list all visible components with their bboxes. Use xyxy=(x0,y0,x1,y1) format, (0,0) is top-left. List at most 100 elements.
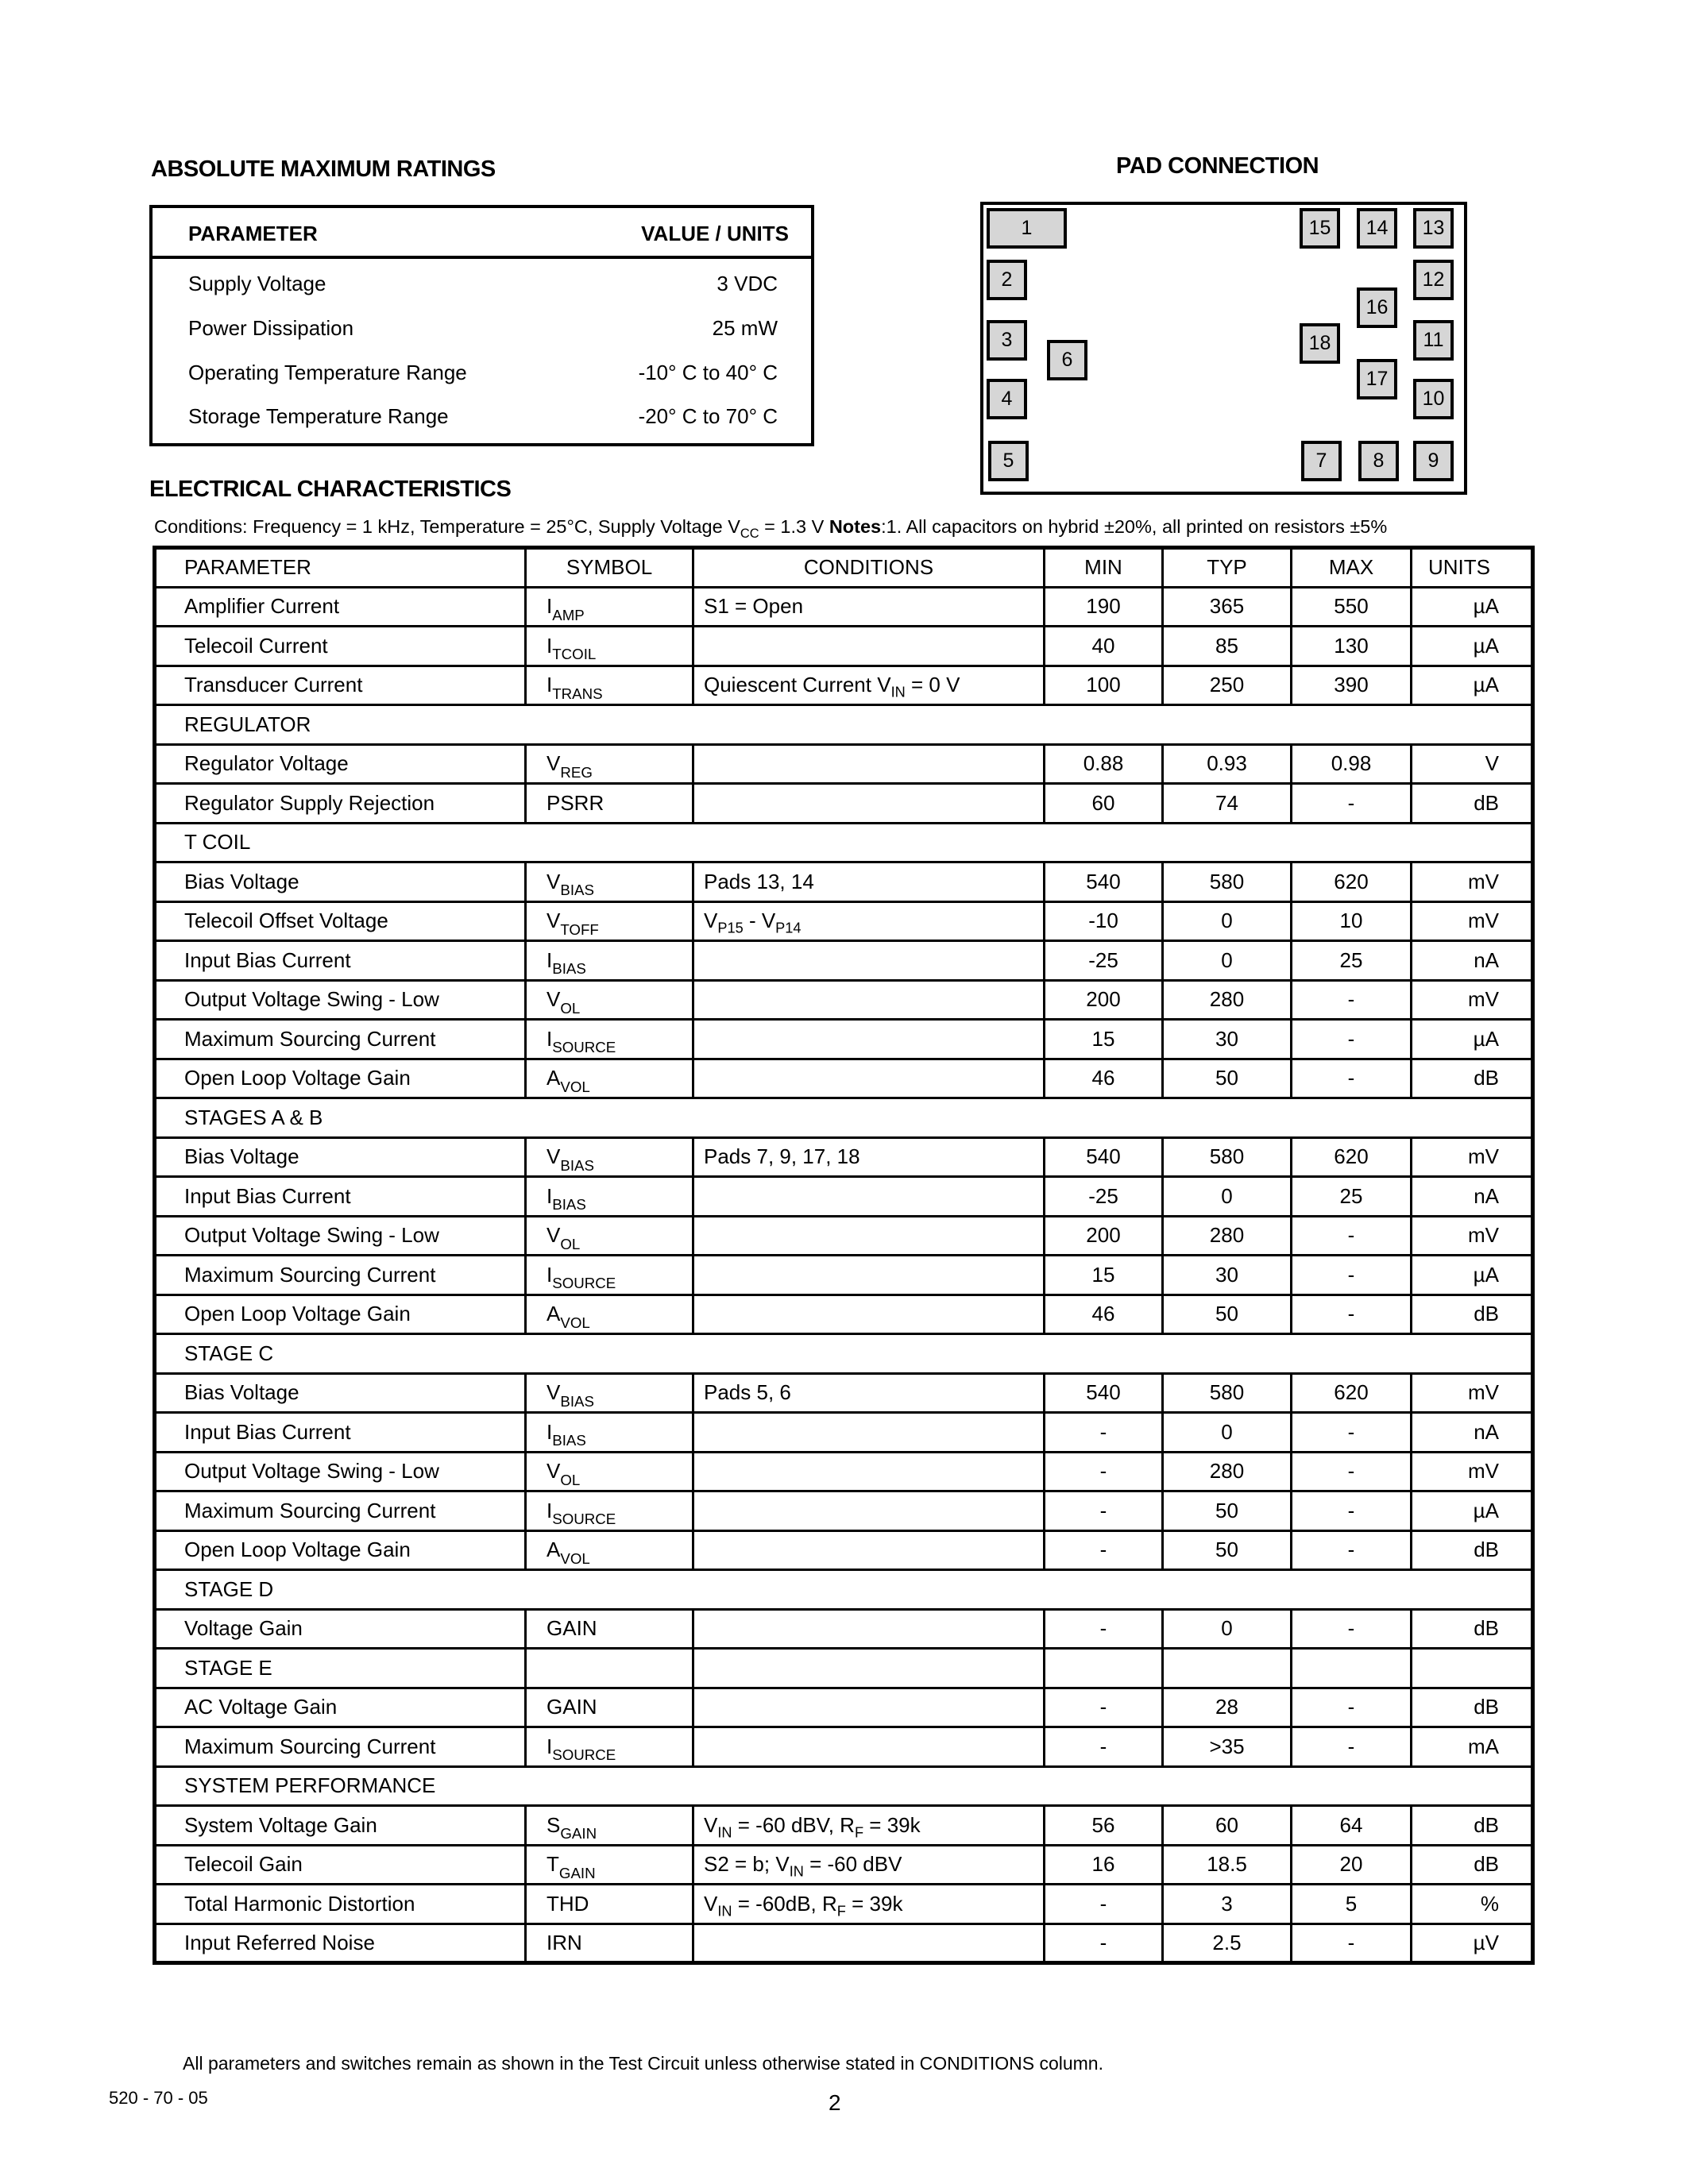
cell-conditions xyxy=(692,1254,1045,1295)
table-row: Telecoil Offset Voltage VTOFF VP15 - VP14-… xyxy=(154,900,1533,941)
cell-typ: 0 xyxy=(1161,1175,1292,1216)
table-footnote: All parameters and switches remain as sh… xyxy=(183,2053,1103,2074)
cell-max: 0.98 xyxy=(1290,743,1412,784)
cell-units: µA xyxy=(1410,1254,1533,1295)
cell-min: 200 xyxy=(1043,1214,1163,1256)
cell-min: 540 xyxy=(1043,1136,1163,1177)
pad-5: 5 xyxy=(988,441,1029,481)
table-row: STAGE E xyxy=(154,1647,1533,1688)
cell-conditions: S1 = Open xyxy=(692,585,1045,627)
cell-symbol: TGAIN xyxy=(524,1843,693,1885)
cell-conditions xyxy=(692,940,1045,980)
cell-conditions xyxy=(692,1018,1045,1059)
cell-typ: 0.93 xyxy=(1161,743,1292,784)
table-row: Regulator Supply Rejection PSRR 60 74- dB xyxy=(154,782,1533,823)
cell-conditions xyxy=(692,1175,1045,1216)
cell-parameter: Bias Voltage xyxy=(154,1372,526,1413)
cell-symbol: ISOURCE xyxy=(524,1018,693,1059)
cell-typ: 0 xyxy=(1161,1607,1292,1649)
cell-units: µA xyxy=(1410,625,1533,666)
electrical-characteristics-table: PARAMETER SYMBOL CONDITIONS MIN TYP MAX … xyxy=(153,546,1535,1965)
cell-conditions xyxy=(692,1057,1045,1098)
symbol-main: PSRR xyxy=(547,790,605,815)
cell-min: 56 xyxy=(1043,1804,1163,1845)
cell-parameter: Voltage Gain xyxy=(154,1607,526,1649)
cell-typ: 50 xyxy=(1161,1293,1292,1334)
symbol-subscript: VOL xyxy=(560,1078,590,1095)
cell-max: - xyxy=(1290,1607,1412,1649)
cell-max: - xyxy=(1290,1254,1412,1295)
symbol-subscript: BIAS xyxy=(560,1156,594,1174)
amr-parameter: Power Dissipation xyxy=(188,316,354,340)
cell-typ: 50 xyxy=(1161,1529,1292,1570)
cell-min: - xyxy=(1043,1411,1163,1452)
cell-typ: 60 xyxy=(1161,1804,1292,1845)
symbol-subscript: BIAS xyxy=(552,1196,586,1214)
table-row: Telecoil Current ITCOIL 40 85 130 µA xyxy=(154,625,1533,666)
symbol-subscript: BIAS xyxy=(552,1432,586,1449)
pad-2: 2 xyxy=(987,260,1027,300)
cell-conditions: Pads 5, 6 xyxy=(692,1372,1045,1413)
cell-max: 20 xyxy=(1290,1843,1412,1885)
cell-min: 46 xyxy=(1043,1293,1163,1334)
cell-units: nA xyxy=(1410,940,1533,980)
symbol-subscript: OL xyxy=(560,1471,581,1488)
cell-min: -25 xyxy=(1043,1175,1163,1216)
symbol-main: GAIN xyxy=(547,1695,597,1719)
symbol-main: IRN xyxy=(547,1930,582,1954)
cell-symbol xyxy=(524,1647,693,1688)
cell-conditions: Quiescent Current VIN = 0 V xyxy=(692,664,1045,705)
cell-max: - xyxy=(1290,782,1412,823)
cell-symbol: VBIAS xyxy=(524,861,693,901)
cell-max: 25 xyxy=(1290,940,1412,980)
cell-typ: 580 xyxy=(1161,1372,1292,1413)
cell-parameter: Maximum Sourcing Current xyxy=(154,1018,526,1059)
cell-units: dB xyxy=(1410,1686,1533,1727)
pad-3: 3 xyxy=(987,320,1027,361)
section-label: STAGES A & B xyxy=(154,1097,1533,1137)
symbol-subscript: BIAS xyxy=(560,1392,594,1410)
symbol-main: THD xyxy=(547,1891,589,1916)
cell-symbol: IRN xyxy=(524,1922,693,1963)
cell-parameter: System Voltage Gain xyxy=(154,1804,526,1845)
test-conditions: Conditions: Frequency = 1 kHz, Temperatu… xyxy=(154,516,1387,540)
symbol-subscript: TCOIL xyxy=(552,646,597,663)
cell-typ: 74 xyxy=(1161,782,1292,823)
col-header-units: UNITS xyxy=(1410,546,1533,587)
col-header-parameter: PARAMETER xyxy=(154,546,526,587)
cell-conditions: VP15 - VP14 xyxy=(692,900,1045,941)
amr-row: Supply Voltage 3 VDC xyxy=(153,264,811,308)
symbol-main: V xyxy=(547,1144,561,1169)
section-header-row: SYSTEM PERFORMANCE xyxy=(154,1765,1533,1806)
cell-max: 5 xyxy=(1290,1883,1412,1924)
cell-symbol: VTOFF xyxy=(524,900,693,941)
cell-typ: 50 xyxy=(1161,1057,1292,1098)
symbol-subscript: BIAS xyxy=(560,882,594,899)
cell-typ: 28 xyxy=(1161,1686,1292,1727)
symbol-main: V xyxy=(547,1380,561,1405)
cell-conditions xyxy=(692,1647,1045,1688)
table-row: Maximum Sourcing Current ISOURCE -50- µA xyxy=(154,1490,1533,1530)
cell-typ: 30 xyxy=(1161,1254,1292,1295)
section-label: STAGE C xyxy=(154,1333,1533,1373)
symbol-main: A xyxy=(547,1302,561,1326)
cell-conditions: Pads 13, 14 xyxy=(692,861,1045,901)
cell-conditions xyxy=(692,1922,1045,1963)
symbol-subscript: VOL xyxy=(560,1314,590,1331)
cell-min: - xyxy=(1043,1607,1163,1649)
cell-units: µA xyxy=(1410,1490,1533,1530)
cell-typ: 0 xyxy=(1161,900,1292,941)
cell-min: -25 xyxy=(1043,940,1163,980)
cell-units: µA xyxy=(1410,664,1533,705)
section-label: T COIL xyxy=(154,821,1533,862)
pad-15: 15 xyxy=(1300,208,1340,249)
cell-min: 190 xyxy=(1043,585,1163,627)
amr-value: -20° C to 70° C xyxy=(638,404,778,428)
cell-symbol: IBIAS xyxy=(524,1411,693,1452)
cell-conditions xyxy=(692,1490,1045,1530)
cell-max: 620 xyxy=(1290,1372,1412,1413)
cell-max: 25 xyxy=(1290,1175,1412,1216)
conditions-prefix: Conditions: Frequency = 1 kHz, Temperatu… xyxy=(154,516,740,537)
cell-symbol: ITCOIL xyxy=(524,625,693,666)
section-label: STAGE D xyxy=(154,1569,1533,1609)
